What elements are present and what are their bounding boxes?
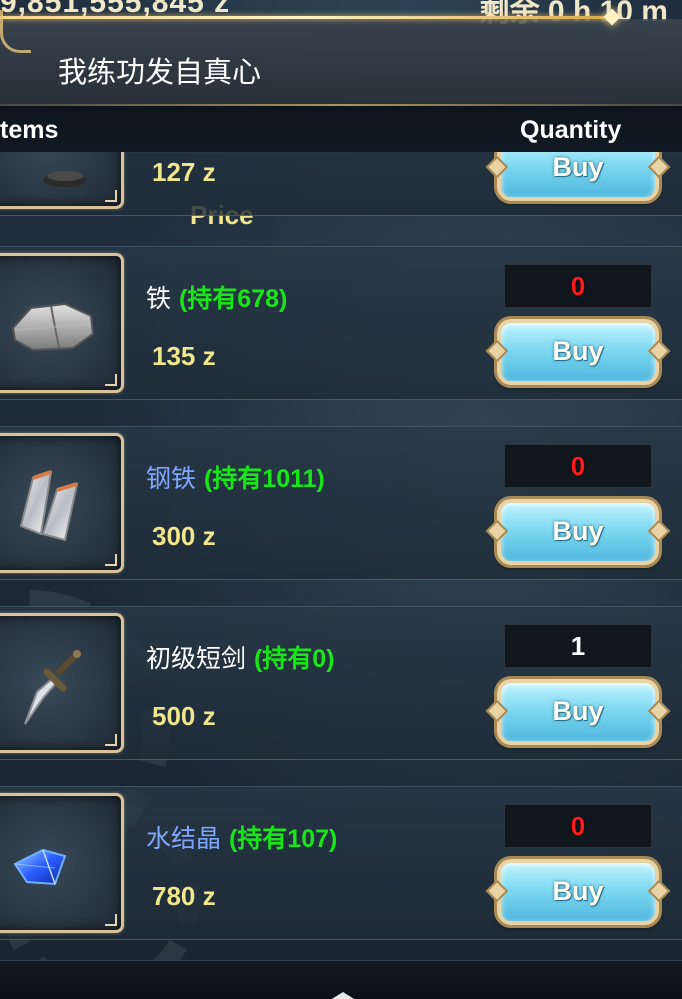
list-item: 初级短剑 (持有0) 500 z 1 Buy — [0, 606, 682, 760]
item-price: 780 z — [152, 881, 216, 911]
item-name: 铁 — [146, 284, 172, 313]
dark-ore-icon — [43, 171, 87, 187]
buy-button[interactable]: Buy — [497, 859, 659, 925]
list-item: 铁 (持有678) 135 z 0 Buy — [0, 246, 682, 400]
gold-divider — [0, 16, 610, 19]
item-name-line: 水结晶 (持有107) — [146, 819, 337, 855]
item-icon-frame[interactable] — [0, 433, 124, 573]
short-sword-icon — [24, 650, 81, 725]
item-owned-count: (持有107) — [228, 825, 338, 853]
shop-title: 我练功发自真心 — [58, 55, 262, 89]
item-list[interactable]: 127 z Buy 铁 (持有678) 135 z 0 Buy 钢铁 (持有10… — [0, 152, 682, 960]
scroll-up-icon[interactable] — [327, 992, 359, 999]
item-owned-count: (持有1011) — [203, 465, 325, 493]
list-item: 钢铁 (持有1011) 300 z 0 Buy — [0, 426, 682, 580]
item-owned-count: (持有0) — [253, 645, 335, 673]
item-icon-frame[interactable] — [0, 793, 124, 933]
item-owned-count: (持有678) — [178, 285, 288, 313]
item-name-line: 初级短剑 (持有0) — [146, 639, 335, 675]
item-icon-frame[interactable] — [0, 253, 124, 393]
column-header-row: tems Price Quantity — [0, 106, 682, 230]
steel-ingot-icon — [19, 470, 79, 542]
quantity-field[interactable]: 1 — [504, 624, 652, 668]
item-price: 500 z — [152, 701, 216, 731]
column-header-quantity: Quantity — [520, 116, 622, 144]
item-icon-frame[interactable] — [0, 152, 124, 209]
buy-button[interactable]: Buy — [497, 499, 659, 565]
water-crystal-icon — [13, 848, 67, 886]
item-icon-frame[interactable] — [0, 613, 124, 753]
item-name-line: 钢铁 (持有1011) — [146, 459, 325, 495]
buy-button[interactable]: Buy — [497, 152, 659, 201]
shop-screen: 9,851,555,845 z 剩余 0 h 10 m 我练功发自真心 tems… — [0, 0, 682, 999]
quantity-field[interactable]: 0 — [504, 264, 652, 308]
item-price: 135 z — [152, 341, 216, 371]
shop-title-panel: 我练功发自真心 — [0, 19, 682, 106]
item-name: 钢铁 — [146, 464, 197, 493]
item-price: 127 z — [152, 157, 216, 187]
buy-button[interactable]: Buy — [497, 679, 659, 745]
corner-ornament-icon — [0, 10, 31, 53]
quantity-field[interactable]: 0 — [504, 804, 652, 848]
column-header-items: tems — [0, 116, 59, 144]
item-name: 初级短剑 — [146, 644, 247, 673]
list-item: 127 z Buy — [0, 152, 682, 216]
iron-ore-icon — [11, 302, 95, 352]
list-item: 水结晶 (持有107) 780 z 0 Buy — [0, 786, 682, 940]
item-name: 水结晶 — [146, 824, 222, 853]
item-name-line: 铁 (持有678) — [146, 279, 287, 315]
buy-button[interactable]: Buy — [497, 319, 659, 385]
item-price: 300 z — [152, 521, 216, 551]
quantity-field[interactable]: 0 — [504, 444, 652, 488]
